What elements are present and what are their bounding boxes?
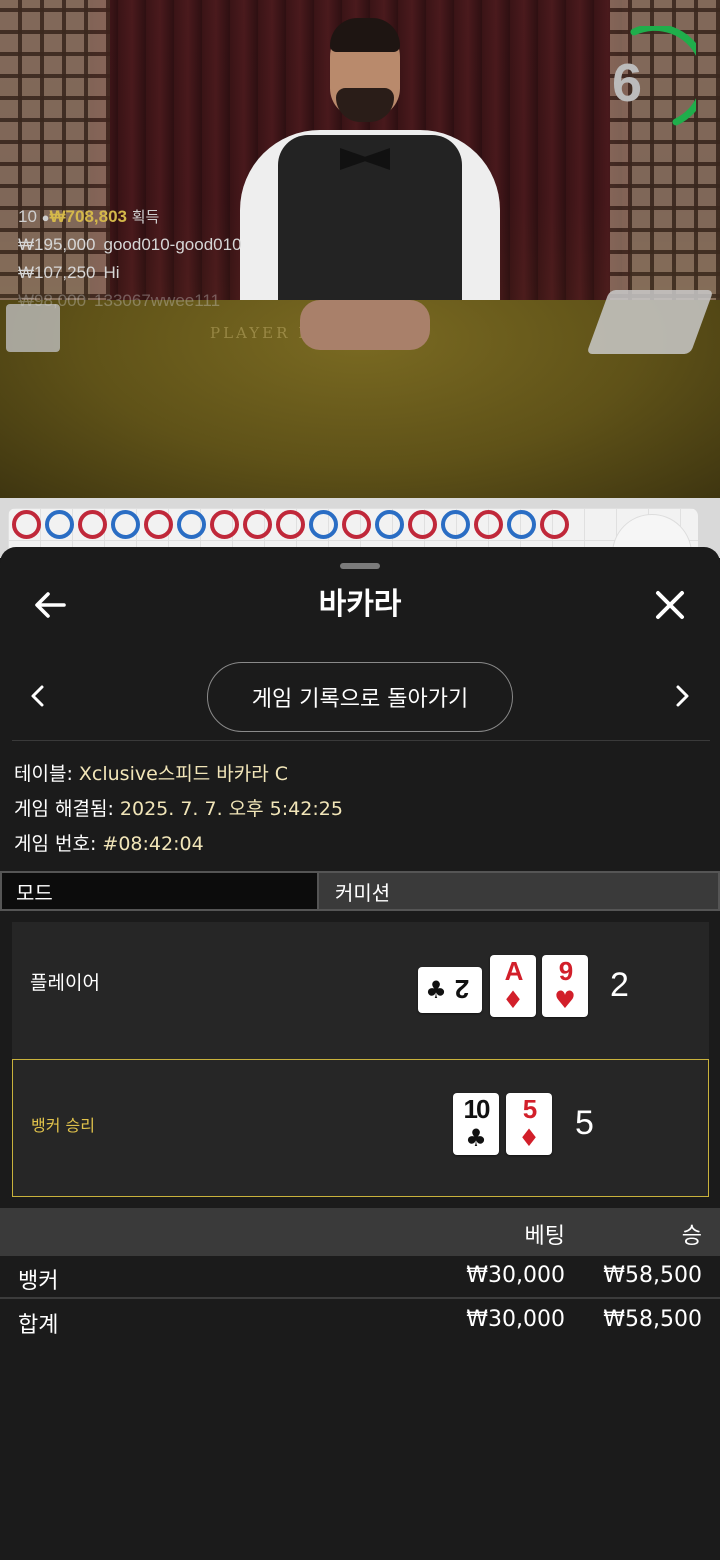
tab-commission[interactable]: 커미션 [317,871,720,911]
game-number-label: 게임 번호: [14,833,97,855]
card-suit: ♦ [502,986,524,1014]
bet-name: 뱅커 [18,1269,59,1294]
divider [12,740,710,741]
win-column-header: 승 [681,1224,702,1249]
player-bead [177,510,206,539]
bead-road-dots [12,510,569,539]
total-label: 합계 [18,1313,59,1338]
banker-card-1: 10 ♣ [453,1093,499,1155]
table-row: 합계 ₩30,000 ₩58,500 [0,1300,720,1343]
banker-bead [540,510,569,539]
table-label: 테이블: [14,763,73,785]
banker-bead [276,510,305,539]
player-bead [309,510,338,539]
countdown-timer: 6 [612,53,643,113]
banker-score: 5 [575,1104,594,1142]
table-info: 테이블: Xclusive스피드 바카라 C [14,759,288,786]
player-hand-panel: 플레이어 ♣ 2 A ♦ 9 ♥ 2 [12,922,709,1060]
banker-win-label: 뱅커 승리 [31,1116,95,1135]
banker-hand-panel: 뱅커 승리 10 ♣ 5 ♦ 5 [12,1059,709,1197]
winners-list: 10 ●₩708,803 획득 ₩195,000 good010-good010 … [18,206,242,311]
total-win: ₩58,500 [603,1307,702,1332]
winner-name: 133067wwee111 [94,291,221,310]
banker-bead [12,510,41,539]
winner-name: Hi [103,263,120,282]
card-rank: 2 [456,974,470,1004]
player-bead [507,510,536,539]
screen: { "video": { "felt_text": "PLAYER BANKER… [0,0,720,1560]
card-rank: 5 [522,1094,537,1124]
resolved-label: 게임 해결됨: [14,798,114,820]
card-rank: 10 [463,1094,491,1124]
winners-count: 10 [18,207,37,226]
banker-bead [210,510,239,539]
card-suit: ♣ [425,976,447,1004]
dealer-hands [300,300,430,350]
winners-total: ₩708,803 [49,207,128,226]
card-suit: ♦ [518,1124,540,1152]
game-number-value: #08:42:04 [102,833,204,855]
card-suit: ♥ [554,986,576,1014]
chevron-left-icon[interactable] [26,681,50,711]
card-stack [6,304,60,352]
winner-row: ₩107,250 Hi [18,263,242,283]
sheet-drag-handle[interactable] [340,563,380,569]
winners-summary: 10 ●₩708,803 획득 [18,206,242,227]
winner-name: good010-good010 [103,235,242,254]
player-bead [111,510,140,539]
player-card-3: 9 ♥ [542,955,588,1017]
banker-bead [408,510,437,539]
card-rank: 9 [558,956,573,986]
banker-bead [243,510,272,539]
winner-amount: ₩107,250 [18,263,96,282]
person-icon: ● [41,210,50,225]
resolved-info: 게임 해결됨: 2025. 7. 7. 오후 5:42:25 [14,794,343,821]
resolved-value: 2025. 7. 7. 오후 5:42:25 [119,798,343,820]
player-bead [375,510,404,539]
card-rank: A [504,956,524,986]
winner-row: ₩98,000 133067wwee111 [18,291,242,311]
banker-bead [474,510,503,539]
close-icon[interactable] [650,585,690,625]
chevron-right-icon[interactable] [670,681,694,711]
bet-column-header: 베팅 [524,1224,565,1249]
table-row: 뱅커 ₩30,000 ₩58,500 [0,1256,720,1299]
player-label: 플레이어 [30,972,100,994]
player-bead [441,510,470,539]
winner-row: ₩195,000 good010-good010 [18,235,242,255]
winner-amount: ₩195,000 [18,235,96,254]
banker-bead [78,510,107,539]
winners-label: 획득 [131,209,160,226]
back-to-history-button[interactable]: 게임 기록으로 돌아가기 [207,662,513,732]
win-amount: ₩58,500 [603,1263,702,1288]
bets-table-header: 베팅 승 [0,1208,720,1256]
banker-bead [342,510,371,539]
history-sheet: 바카라 게임 기록으로 돌아가기 테이블: Xclusive스피드 바카라 C … [0,547,720,1560]
card-suit: ♣ [465,1124,487,1152]
player-card-2: A ♦ [490,955,536,1017]
tab-mode[interactable]: 모드 [0,871,317,911]
sheet-title: 바카라 [318,587,402,622]
player-score: 2 [610,966,629,1004]
game-number-info: 게임 번호: #08:42:04 [14,829,204,856]
dealer-hair [330,18,400,52]
banker-bead [144,510,173,539]
player-card-1: ♣ 2 [418,967,482,1013]
total-bet: ₩30,000 [466,1307,565,1332]
table-value: Xclusive스피드 바카라 C [78,763,289,785]
mode-tabs: 모드 커미션 [0,871,720,911]
winner-amount: ₩98,000 [18,291,87,310]
banker-card-2: 5 ♦ [506,1093,552,1155]
player-bead [45,510,74,539]
bet-amount: ₩30,000 [466,1263,565,1288]
